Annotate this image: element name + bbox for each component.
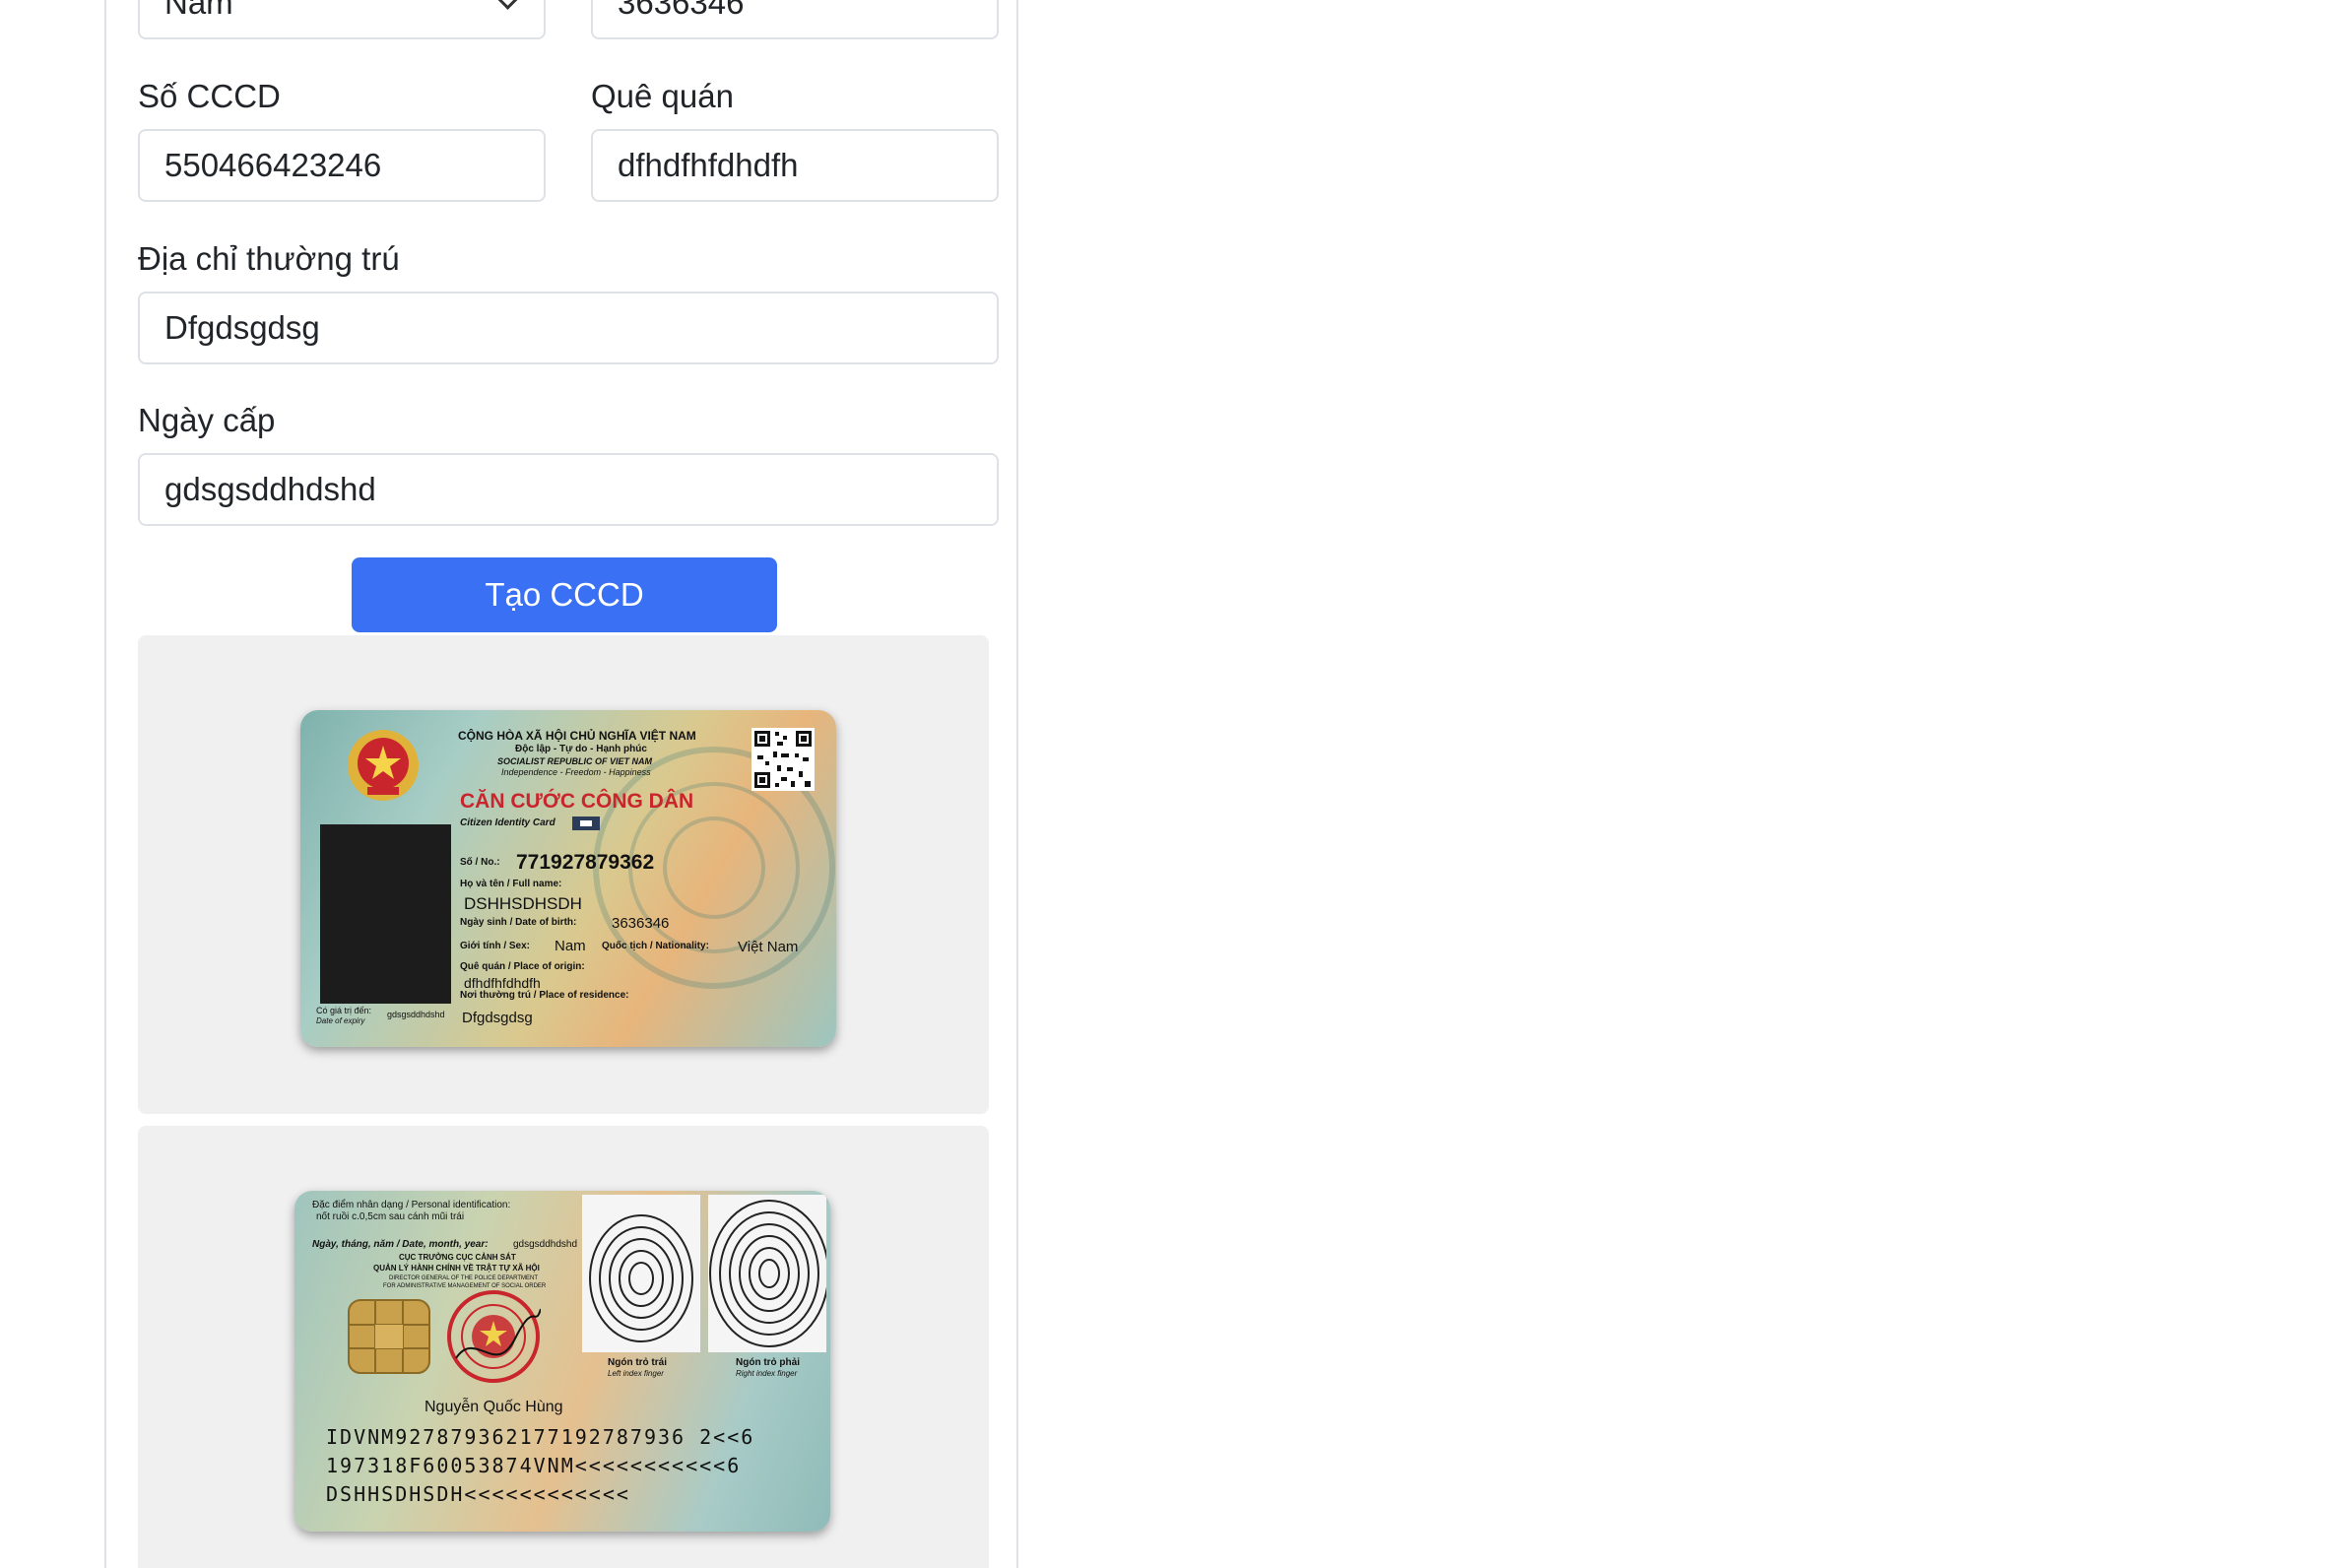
card-country: CỘNG HÒA XÃ HỘI CHỦ NGHĨA VIỆT NAM — [458, 729, 696, 743]
right-finger-label: Ngón trỏ phải — [736, 1357, 800, 1368]
chevron-down-icon — [495, 0, 520, 10]
card-country-en: SOCIALIST REPUBLIC OF VIET NAM — [497, 756, 653, 766]
id-card-front: CỘNG HÒA XÃ HỘI CHỦ NGHĨA VIỆT NAM Độc l… — [300, 710, 836, 1047]
mrz-line-2: 197318F60053874VNM<<<<<<<<<<<6 — [326, 1454, 742, 1477]
form-panel: Nam 3636346 Số CCCD Quê quán 55046642324… — [104, 0, 1018, 1568]
card-motto-en: Independence - Freedom - Happiness — [501, 767, 651, 777]
flag-chip-icon — [572, 817, 600, 830]
date-value: gdsgsddhdshd — [513, 1239, 578, 1250]
signer-name: Nguyễn Quốc Hùng — [425, 1399, 563, 1415]
mrz-line-3: DSHHSDHSDH<<<<<<<<<<<< — [326, 1482, 630, 1506]
agency-1: CỤC TRƯỞNG CỤC CẢNH SÁT — [399, 1253, 516, 1262]
sex-label: Giới tính / Sex: — [460, 941, 531, 951]
gender-select[interactable]: Nam — [138, 0, 546, 39]
card-back-preview: Đặc điểm nhân dạng / Personal identifica… — [138, 1126, 989, 1568]
hometown-label: Quê quán — [591, 78, 734, 114]
agency-2: QUẢN LÝ HÀNH CHÍNH VỀ TRẬT TỰ XÃ HỘI — [373, 1264, 540, 1273]
id-card-back: Đặc điểm nhân dạng / Personal identifica… — [294, 1191, 830, 1532]
name-value: DSHHSDHSDH — [464, 894, 582, 913]
id-number-value: 550466423246 — [164, 147, 382, 183]
national-emblem-icon — [348, 730, 419, 801]
no-value: 771927879362 — [516, 851, 655, 874]
right-finger-box — [708, 1195, 829, 1352]
dob-value: 3636346 — [618, 0, 745, 21]
mrz-line-1: IDVNM927879362177192787936 2<<6 — [326, 1425, 755, 1449]
hometown-input[interactable]: dfhdfhfdhdfh — [591, 129, 999, 202]
expiry-label: Có giá trị đến: — [316, 1006, 372, 1015]
hometown-value: dfhdfhfdhdfh — [618, 147, 799, 183]
address-value: Dfgdsgdsg — [164, 309, 320, 346]
fingerprint-icon — [589, 1214, 693, 1342]
residence-label: Nơi thường trú / Place of residence: — [460, 990, 629, 1001]
origin-value: dfhdfhfdhdfh — [464, 975, 541, 991]
dob-value-card: 3636346 — [612, 915, 670, 932]
create-cccd-button[interactable]: Tạo CCCD — [352, 557, 777, 632]
no-label: Số / No.: — [460, 857, 500, 868]
address-label: Địa chỉ thường trú — [138, 240, 400, 277]
issue-date-value: gdsgsddhdshd — [164, 471, 376, 507]
card-title: CĂN CƯỚC CÔNG DÂN — [460, 790, 694, 813]
left-finger-label: Ngón trỏ trái — [608, 1357, 667, 1368]
name-label: Họ và tên / Full name: — [460, 879, 562, 889]
issue-date-input[interactable]: gdsgsddhdshd — [138, 453, 999, 526]
date-label: Ngày, tháng, năm / Date, month, year: — [312, 1239, 489, 1250]
expiry-label-en: Date of expiry — [316, 1016, 365, 1025]
agency-3: DIRECTOR GENERAL OF THE POLICE DEPARTMEN… — [389, 1275, 539, 1281]
police-seal-icon — [447, 1290, 541, 1383]
dob-label: Ngày sinh / Date of birth: — [460, 917, 577, 928]
ident-label: Đặc điểm nhân dạng / Personal identifica… — [312, 1200, 511, 1210]
left-finger-label-en: Left index finger — [608, 1369, 664, 1378]
residence-value: Dfgdsgdsg — [462, 1010, 533, 1026]
id-number-input[interactable]: 550466423246 — [138, 129, 546, 202]
sex-value: Nam — [555, 938, 586, 954]
origin-label: Quê quán / Place of origin: — [460, 961, 585, 972]
card-title-en: Citizen Identity Card — [460, 817, 555, 828]
fingerprint-icon — [709, 1200, 829, 1347]
left-finger-box — [582, 1195, 700, 1352]
portrait-photo — [320, 824, 451, 1004]
right-finger-label-en: Right index finger — [736, 1369, 798, 1378]
card-front-preview: CỘNG HÒA XÃ HỘI CHỦ NGHĨA VIỆT NAM Độc l… — [138, 635, 989, 1114]
ident-value: nốt ruồi c.0,5cm sau cánh mũi trái — [316, 1211, 465, 1222]
nationality-label: Quốc tịch / Nationality: — [602, 941, 709, 951]
chip-icon — [348, 1299, 430, 1374]
expiry-value: gdsgsddhdshd — [387, 1010, 445, 1019]
gender-value: Nam — [164, 0, 233, 21]
qr-code-icon — [751, 728, 815, 791]
id-number-label: Số CCCD — [138, 78, 281, 114]
nationality-value: Việt Nam — [738, 939, 799, 955]
card-motto: Độc lập - Tự do - Hạnh phúc — [515, 744, 647, 754]
address-input[interactable]: Dfgdsgdsg — [138, 292, 999, 364]
dob-input[interactable]: 3636346 — [591, 0, 999, 39]
issue-date-label: Ngày cấp — [138, 402, 276, 438]
